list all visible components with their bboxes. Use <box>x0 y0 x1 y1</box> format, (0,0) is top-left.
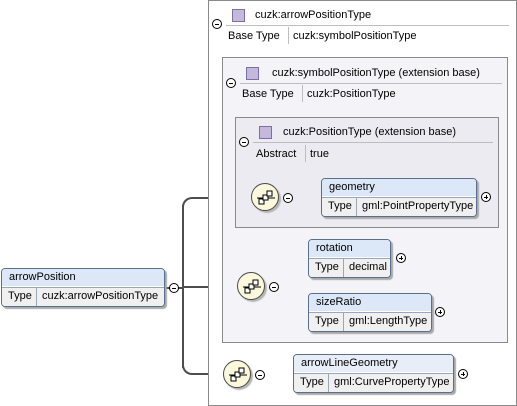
collapse-icon[interactable] <box>169 283 179 293</box>
element-arrowlinegeometry[interactable]: arrowLineGeometry Type gml:CurveProperty… <box>293 354 454 393</box>
element-arrowposition[interactable]: arrowPosition Type cuzk:arrowPositionTyp… <box>1 268 165 307</box>
type-label: Type <box>315 315 339 327</box>
expand-icon[interactable] <box>458 369 468 379</box>
expand-icon[interactable] <box>396 253 406 263</box>
complex-type-title: cuzk:arrowPositionType <box>255 9 372 21</box>
sequence-compositor-icon[interactable] <box>223 360 251 388</box>
connector-bottom-curve <box>182 365 202 375</box>
type-label: Type <box>300 376 324 388</box>
base-type-separator <box>288 27 289 44</box>
collapse-icon[interactable] <box>226 78 236 88</box>
collapse-icon[interactable] <box>283 193 293 203</box>
abstract-value: true <box>310 148 329 160</box>
element-sizeratio[interactable]: sizeRatio Type gml:LengthType <box>308 293 432 332</box>
expand-icon[interactable] <box>435 307 445 317</box>
element-geometry[interactable]: geometry Type gml:PointPropertyType <box>321 178 477 217</box>
complex-type-icon <box>259 126 272 139</box>
collapse-icon[interactable] <box>212 19 222 29</box>
base-type-separator <box>302 85 303 102</box>
base-type-label: Base Type <box>228 30 280 42</box>
type-value: decimal <box>349 261 387 273</box>
collapse-icon[interactable] <box>239 137 249 147</box>
extension-title: cuzk:PositionType (extension base) <box>283 126 457 138</box>
type-value: gml:LengthType <box>349 315 428 327</box>
complex-type-icon <box>232 9 245 22</box>
extension-title: cuzk:symbolPositionType (extension base) <box>272 67 480 79</box>
extension-divider <box>253 142 493 143</box>
abstract-label: Abstract <box>256 148 297 160</box>
sequence-compositor-icon[interactable] <box>237 272 265 300</box>
collapse-icon[interactable] <box>255 370 265 380</box>
expand-icon[interactable] <box>481 192 491 202</box>
collapse-icon[interactable] <box>269 282 279 292</box>
connector-top-curve <box>182 197 202 207</box>
sequence-compositor-icon[interactable] <box>251 183 279 211</box>
type-label: Type <box>8 290 32 302</box>
element-name: arrowLineGeometry <box>294 355 453 372</box>
extension-divider <box>240 83 502 84</box>
type-label: Type <box>315 261 339 273</box>
element-name: rotation <box>309 240 390 257</box>
type-value: cuzk:arrowPositionType <box>42 290 159 302</box>
base-type-label: Base Type <box>242 88 294 100</box>
element-name: arrowPosition <box>2 269 164 286</box>
type-value: gml:CurvePropertyType <box>334 376 450 388</box>
complex-type-icon <box>246 67 259 80</box>
base-type-value: cuzk:symbolPositionType <box>293 30 417 42</box>
type-value: gml:PointPropertyType <box>362 200 474 212</box>
complex-type-divider <box>226 25 509 26</box>
element-rotation[interactable]: rotation Type decimal <box>308 239 391 278</box>
type-label: Type <box>328 200 352 212</box>
element-name: geometry <box>322 179 476 196</box>
base-type-value: cuzk:PositionType <box>307 88 396 100</box>
abstract-separator <box>305 145 306 162</box>
element-name: sizeRatio <box>309 294 431 311</box>
